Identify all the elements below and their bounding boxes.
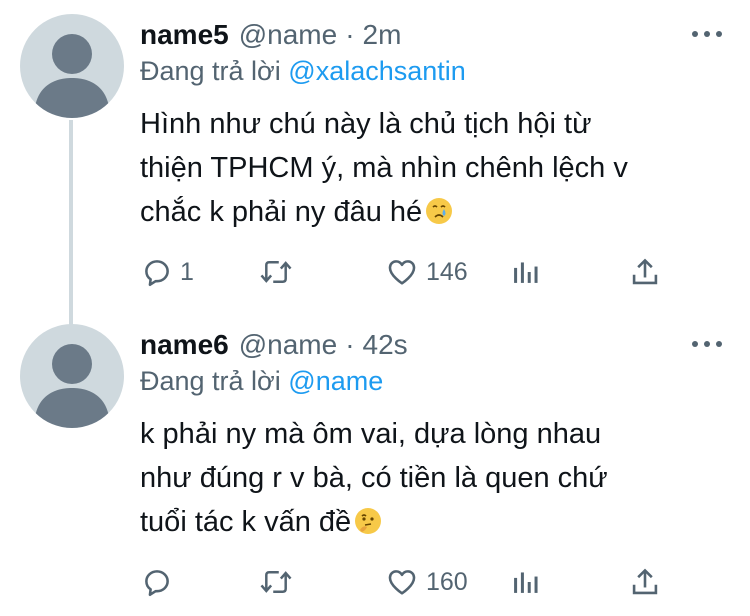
thinking-face-emoji — [355, 508, 382, 534]
display-name[interactable]: name6 — [140, 329, 229, 361]
tweet-text-line: thiện TPHCM ý, mà nhìn chênh lệch v — [140, 152, 628, 184]
tweet-text-line: tuổi tác k vấn đề — [140, 500, 720, 544]
reply-button[interactable] — [140, 562, 180, 602]
timestamp[interactable]: 2m — [363, 19, 402, 51]
user-handle[interactable]: @name — [239, 19, 337, 51]
tweet-header: name6 @name · 42s — [140, 328, 408, 362]
timestamp[interactable]: 42s — [363, 329, 408, 361]
analytics-button[interactable] — [510, 252, 540, 292]
replying-mention[interactable]: @xalachsantin — [288, 56, 466, 86]
like-count: 160 — [426, 567, 468, 596]
separator: · — [345, 329, 355, 360]
tweet-text: k phải ny mà ôm vai, dựa lòng nhau như đ… — [140, 412, 720, 544]
share-icon — [632, 258, 658, 285]
reply-icon — [145, 260, 169, 287]
more-icon[interactable] — [692, 332, 722, 356]
reply-button[interactable]: 1 — [140, 252, 194, 292]
retweet-button[interactable] — [258, 252, 300, 292]
tweet[interactable]: name5 @name · 2m Đang trả lời @xalachsan… — [0, 0, 750, 310]
tweet-text-line: k phải ny mà ôm vai, dựa lòng nhau — [140, 418, 602, 450]
avatar[interactable] — [20, 324, 124, 428]
tweet-actions: 160 — [140, 562, 700, 602]
like-icon — [388, 260, 416, 285]
replying-mention[interactable]: @name — [288, 366, 383, 396]
replying-prefix: Đang trả lời — [140, 56, 281, 86]
tweet-text-line: như đúng r v bà, có tiền là quen chứ — [140, 462, 608, 494]
like-icon — [388, 570, 416, 595]
tweet-text-line: chắc k phải ny đâu hé — [140, 190, 720, 234]
retweet-button[interactable] — [258, 562, 300, 602]
like-button[interactable]: 146 — [384, 252, 468, 292]
replying-prefix: Đang trả lời — [140, 366, 281, 396]
share-button[interactable] — [630, 562, 660, 602]
share-button[interactable] — [630, 252, 660, 292]
default-avatar-icon — [34, 34, 110, 118]
like-button[interactable]: 160 — [384, 562, 468, 602]
tweet-text: Hình như chú này là chủ tịch hội từ thiệ… — [140, 102, 720, 234]
separator: · — [345, 19, 355, 50]
retweet-icon — [260, 261, 292, 283]
more-icon[interactable] — [692, 22, 722, 46]
tweet-actions: 1 146 — [140, 252, 700, 292]
display-name[interactable]: name5 — [140, 19, 229, 51]
reply-icon — [145, 570, 169, 597]
analytics-button[interactable] — [510, 562, 540, 602]
replying-to: Đang trả lời @xalachsantin — [140, 56, 466, 87]
avatar[interactable] — [20, 14, 124, 118]
share-icon — [632, 568, 658, 595]
like-count: 146 — [426, 257, 468, 286]
tweet-header: name5 @name · 2m — [140, 18, 401, 52]
default-avatar-icon — [34, 344, 110, 428]
analytics-icon — [514, 262, 538, 283]
reply-count: 1 — [180, 257, 194, 286]
tweet[interactable]: name6 @name · 42s Đang trả lời @name k p… — [0, 310, 750, 616]
retweet-icon — [260, 571, 292, 593]
replying-to: Đang trả lời @name — [140, 366, 383, 397]
tweet-text-line: Hình như chú này là chủ tịch hội từ — [140, 108, 592, 140]
user-handle[interactable]: @name — [239, 329, 337, 361]
crying-face-emoji — [426, 198, 453, 224]
analytics-icon — [514, 572, 538, 593]
